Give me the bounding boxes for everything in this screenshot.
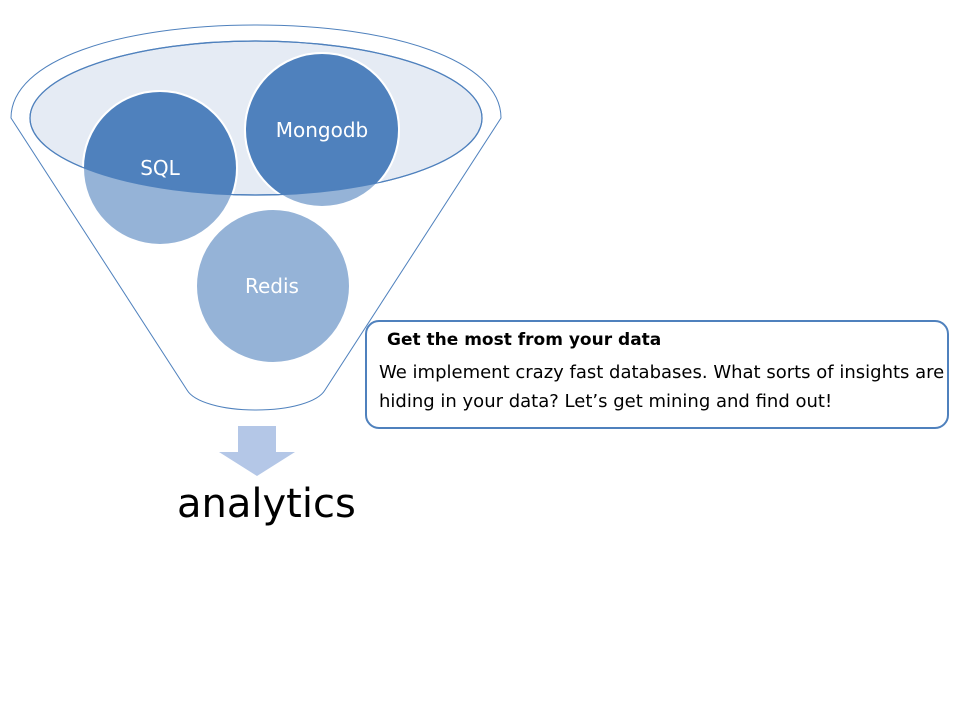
redis-label: Redis [245, 274, 299, 298]
callout-title: Get the most from your data [387, 330, 662, 350]
callout-body: We implement crazy fast databases. What … [379, 362, 945, 412]
analytics-label: analytics [177, 481, 356, 527]
sql-label: SQL [140, 156, 180, 180]
callout-box: Get the most from your data We implement… [365, 320, 949, 429]
mongodb-label: Mongodb [276, 118, 369, 142]
down-arrow-icon [219, 426, 295, 476]
